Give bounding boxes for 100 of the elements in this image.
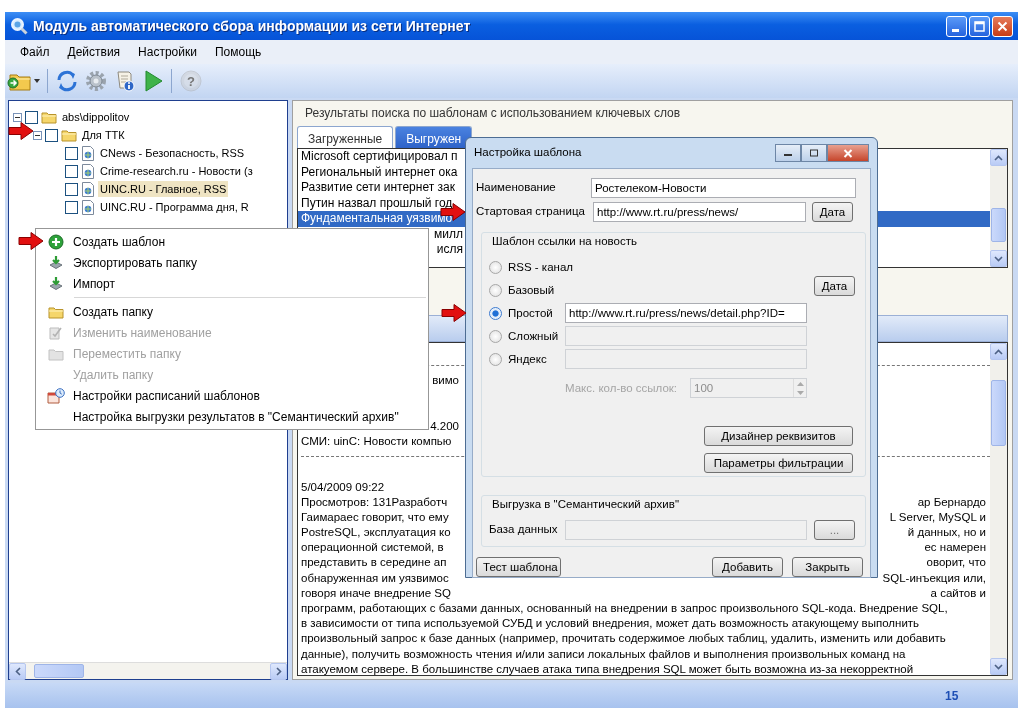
test-button[interactable]: Тест шаблона xyxy=(476,556,561,577)
list-item[interactable]: Региональный интернет ока xyxy=(301,164,458,180)
menu-item[interactable]: Экспортировать папку xyxy=(73,253,197,272)
text-line: ар Бернардо xyxy=(917,494,986,510)
calendar-clock-icon xyxy=(46,387,65,404)
group-title: Шаблон ссылки на новость xyxy=(489,234,640,248)
tab[interactable]: Выгружен xyxy=(395,126,473,148)
tab[interactable]: Загруженные xyxy=(297,126,394,148)
web-page-icon xyxy=(81,145,95,161)
dialog-title: Настройка шаблона xyxy=(474,145,582,161)
text-line: говоря иначе внедрение SQ xyxy=(301,585,451,601)
text-line: Гаимараес говорит, что ему xyxy=(301,509,449,525)
menu-item[interactable]: Создать папку xyxy=(73,302,153,321)
radio-button[interactable] xyxy=(489,260,502,274)
checkbox[interactable] xyxy=(25,110,38,124)
tree-item[interactable]: UINC.RU - Программа дня, R xyxy=(98,198,251,216)
close-button[interactable] xyxy=(827,144,869,162)
input-field[interactable]: http://www.rt.ru/press/news/detail.php?ID= xyxy=(565,303,807,324)
menu-item[interactable]: Импорт xyxy=(73,274,115,293)
close-icon xyxy=(843,148,853,158)
menu-item[interactable]: Настройки xyxy=(129,41,206,63)
text-line: СМИ: uinC: Новости компью xyxy=(301,433,452,449)
field-label: Макс. кол-во ссылок: xyxy=(565,380,679,396)
field-label: Стартовая страница xyxy=(476,204,586,220)
action-button[interactable]: Параметры фильтрации xyxy=(704,453,853,474)
tree-item[interactable]: abs\dippolitov xyxy=(60,108,132,126)
checkbox[interactable] xyxy=(65,164,78,178)
checkbox[interactable] xyxy=(65,146,78,160)
text-line: оворит, что xyxy=(926,555,986,571)
caret-icon xyxy=(34,79,40,83)
close-icon xyxy=(997,20,1008,32)
scrollbar[interactable] xyxy=(990,343,1007,675)
text-line: в зависимости от типа используемой СУБД и условий внедрения, может дать возможность атакующему выполнить xyxy=(301,616,920,632)
menu-item[interactable]: Действия xyxy=(58,41,130,63)
close-dialog-button[interactable]: Закрыть xyxy=(792,556,863,577)
scroll-up-icon[interactable] xyxy=(994,348,1003,355)
menu-item[interactable]: Настройка выгрузки результатов в "Семантический архив" xyxy=(73,407,399,426)
window-title: Модуль автоматического сбора информации из сети Интернет xyxy=(33,16,471,36)
checkbox[interactable] xyxy=(65,200,78,214)
menu-item[interactable]: Создать шаблон xyxy=(73,232,165,251)
scroll-thumb[interactable] xyxy=(991,380,1006,446)
scroll-right-icon[interactable] xyxy=(275,667,282,676)
export-icon xyxy=(47,254,64,271)
maximize-button[interactable] xyxy=(801,144,827,162)
date-button[interactable]: Дата xyxy=(812,202,853,222)
input-field[interactable]: Ростелеком-Новости xyxy=(591,178,856,198)
scrollbar[interactable] xyxy=(990,149,1007,267)
list-item[interactable]: исля xyxy=(436,242,463,258)
folder-icon xyxy=(41,110,57,124)
web-page-icon xyxy=(81,163,95,179)
date-button[interactable]: Дата xyxy=(814,276,855,297)
add-button[interactable]: Добавить xyxy=(712,556,783,577)
text-line: 4.200 xyxy=(430,418,459,434)
folder-icon xyxy=(47,304,64,319)
menu-item[interactable]: Помощь xyxy=(205,41,271,63)
collapse-toggle[interactable] xyxy=(33,130,42,140)
radio-label[interactable]: Простой xyxy=(508,304,553,322)
text-line: атакуемом сервере. В большинстве случаев атака типа внедрения SQL может быть возможна из-за некорректной xyxy=(301,661,914,675)
menu-item[interactable]: Настройки расписаний шаблонов xyxy=(73,386,260,405)
list-item[interactable]: Microsoft сертифицировал п xyxy=(301,149,458,165)
collapse-toggle[interactable] xyxy=(13,112,22,122)
radio-button[interactable] xyxy=(489,283,502,297)
tree-item[interactable]: Crime-research.ru - Новости (з xyxy=(98,162,255,180)
tree-item[interactable]: UINC.RU - Главное, RSS xyxy=(98,180,229,198)
checkbox[interactable] xyxy=(65,182,78,196)
text-line: ес намерен xyxy=(924,540,986,556)
list-item[interactable]: Развитие сети интернет зак xyxy=(301,180,455,196)
folder-icon xyxy=(47,346,64,361)
text-line: обнаруженная им уязвимос xyxy=(301,570,449,586)
scroll-thumb[interactable] xyxy=(34,664,84,678)
list-item[interactable]: милл xyxy=(434,226,463,242)
menu-item[interactable]: Файл xyxy=(11,41,59,63)
minimize-button[interactable] xyxy=(775,144,801,162)
play-icon[interactable] xyxy=(142,69,164,93)
browse-button[interactable]: ... xyxy=(814,519,855,540)
text-line: операционной системой, в xyxy=(301,540,444,556)
radio-button[interactable] xyxy=(489,306,502,320)
text-line: SQL-инъекция или, xyxy=(882,570,986,586)
text-line: произвольный запрос к базе данных (например, прочитать содержимое любых таблиц, удалить, изменить или добавить xyxy=(301,631,946,647)
checkbox[interactable] xyxy=(45,128,58,142)
tree-item[interactable]: Для ТТК xyxy=(80,126,127,144)
section-heading: Результаты поиска по шаблонам с использованием ключевых слов xyxy=(304,105,682,122)
text-line: й данных, но и xyxy=(907,525,986,541)
scroll-up-icon[interactable] xyxy=(994,154,1003,161)
radio-label[interactable]: Базовый xyxy=(508,281,555,299)
input-field[interactable]: http://www.rt.ru/press/news/ xyxy=(593,202,806,222)
scroll-left-icon[interactable] xyxy=(14,667,21,676)
web-page-icon xyxy=(81,199,95,215)
gear-icon[interactable] xyxy=(84,69,108,93)
tree-item[interactable]: CNews - Безопасность, RSS xyxy=(98,144,247,162)
scrollbar[interactable] xyxy=(9,662,287,679)
web-page-icon xyxy=(81,181,95,197)
scroll-down-icon[interactable] xyxy=(994,663,1003,670)
radio-label[interactable]: RSS - канал xyxy=(508,258,573,276)
text-line: представить в середине ап xyxy=(301,555,447,571)
refresh-icon[interactable] xyxy=(55,69,79,93)
scroll-down-icon[interactable] xyxy=(994,255,1003,262)
text-line: а сайтов и xyxy=(930,585,986,601)
action-button[interactable]: Дизайнер реквизитов xyxy=(704,426,853,447)
scroll-thumb[interactable] xyxy=(991,208,1006,242)
